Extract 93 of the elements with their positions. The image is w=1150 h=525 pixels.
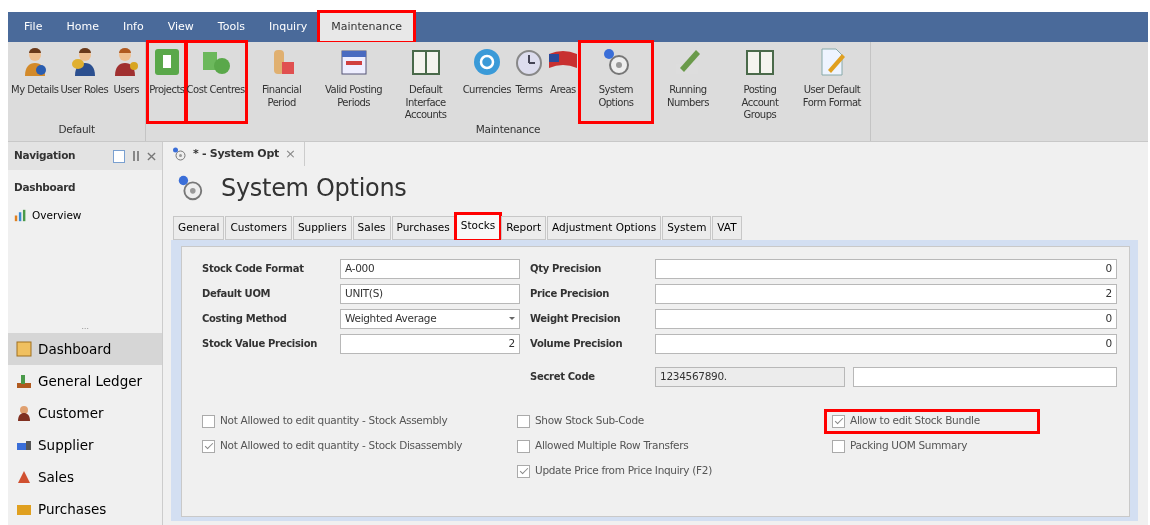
menu-tab[interactable]: Home bbox=[54, 12, 111, 42]
ledger-icon bbox=[16, 373, 32, 389]
options-tab[interactable]: Suppliers bbox=[292, 216, 352, 240]
field-label: Price Precision bbox=[530, 286, 611, 301]
sales-icon bbox=[16, 469, 32, 485]
checkbox[interactable] bbox=[517, 464, 530, 478]
dashboard-icon bbox=[16, 341, 32, 357]
field-label: Stock Value Precision bbox=[202, 336, 319, 351]
checkbox[interactable] bbox=[202, 439, 215, 453]
ribbon-group-label: Default bbox=[57, 122, 96, 138]
nav-item[interactable]: General Ledger bbox=[8, 365, 162, 397]
input-field[interactable]: 0 bbox=[655, 333, 1117, 354]
nav-item[interactable]: Dashboard bbox=[8, 333, 162, 365]
ribbon-button[interactable]: Areas bbox=[545, 42, 580, 123]
field-label: Weight Precision bbox=[530, 311, 622, 326]
panel-title: Navigation bbox=[14, 148, 76, 164]
checkbox-option[interactable]: Update Price from Price Inquiry (F2) bbox=[517, 458, 716, 484]
checkbox[interactable] bbox=[517, 414, 530, 428]
checkbox[interactable] bbox=[832, 439, 845, 453]
input-field[interactable]: UNIT(S) bbox=[340, 283, 520, 304]
ribbon-button[interactable]: Projects bbox=[148, 42, 186, 123]
bar-chart-icon bbox=[14, 209, 27, 223]
ribbon-button[interactable]: System Options bbox=[579, 42, 652, 123]
options-tab[interactable]: Stocks bbox=[455, 214, 501, 240]
field-label: Costing Method bbox=[202, 311, 288, 326]
ribbon-button[interactable]: Default Interface Accounts bbox=[389, 42, 462, 123]
pin-icon[interactable] bbox=[133, 151, 139, 161]
ribbon-button[interactable]: Valid Posting Periods bbox=[317, 42, 390, 123]
checkbox-label: Not Allowed to edit quantity - Stock Disassembly bbox=[220, 438, 463, 454]
field-label: Stock Code Format bbox=[202, 261, 305, 276]
checkbox-label: Packing UOM Summary bbox=[850, 438, 968, 454]
checkbox-label: Not Allowed to edit quantity - Stock Assembly bbox=[220, 413, 448, 429]
input-field[interactable]: 2 bbox=[340, 333, 520, 354]
menu-tab[interactable]: Inquiry bbox=[256, 12, 320, 42]
field-label: Default UOM bbox=[202, 286, 272, 301]
checkbox-label: Show Stock Sub-Code bbox=[535, 413, 645, 429]
input-field: 1234567890. bbox=[655, 366, 845, 387]
checkbox[interactable] bbox=[202, 414, 215, 428]
options-tab[interactable]: Adjustment Options bbox=[547, 216, 662, 240]
options-tab[interactable]: Purchases bbox=[391, 216, 455, 240]
ribbon-button[interactable]: Financial Period bbox=[245, 42, 318, 123]
ribbon-button[interactable]: User Roles bbox=[59, 42, 110, 123]
ribbon-button[interactable]: Currencies bbox=[461, 42, 512, 123]
ribbon-button[interactable]: My Details bbox=[10, 42, 60, 123]
input-field[interactable]: 0 bbox=[655, 258, 1117, 279]
gears-icon bbox=[171, 146, 187, 162]
close-icon[interactable] bbox=[147, 151, 156, 161]
nav-item[interactable]: Sales bbox=[8, 461, 162, 493]
input-field[interactable] bbox=[853, 366, 1117, 387]
field-label: Qty Precision bbox=[530, 261, 603, 276]
field-label: Secret Code bbox=[530, 369, 596, 384]
tab-title: * - System Opt bbox=[193, 145, 279, 162]
checkbox-option[interactable]: Allowed Multiple Row Transfers bbox=[517, 433, 693, 459]
dropdown-field[interactable]: Weighted Average bbox=[340, 308, 520, 329]
menu-tab[interactable]: View bbox=[155, 12, 206, 42]
checkbox-option[interactable]: Show Stock Sub-Code bbox=[517, 408, 649, 434]
ribbon-button[interactable]: User Default Form Format bbox=[795, 42, 868, 123]
ribbon-button[interactable]: Users bbox=[109, 42, 144, 123]
nav-item[interactable]: Purchases bbox=[8, 493, 162, 525]
checkbox-option[interactable]: Packing UOM Summary bbox=[832, 433, 972, 459]
checkbox[interactable] bbox=[832, 414, 845, 428]
options-tab[interactable]: General bbox=[173, 216, 225, 240]
nav-item[interactable]: Supplier bbox=[8, 429, 162, 461]
nav-item[interactable]: Customer bbox=[8, 397, 162, 429]
options-tab[interactable]: Customers bbox=[225, 216, 292, 240]
menu-tab[interactable]: File bbox=[12, 12, 55, 42]
checkbox-label: Allowed Multiple Row Transfers bbox=[535, 438, 689, 454]
menu-tab[interactable]: Info bbox=[110, 12, 156, 42]
page-title: System Options bbox=[221, 173, 407, 204]
section-title: Dashboard bbox=[13, 180, 77, 195]
menu-tab[interactable]: Tools bbox=[205, 12, 257, 42]
input-field[interactable]: 0 bbox=[655, 308, 1117, 329]
options-tab[interactable]: Sales bbox=[352, 216, 391, 240]
field-label: Volume Precision bbox=[530, 336, 624, 351]
options-tab[interactable]: Report bbox=[501, 216, 547, 240]
person-icon bbox=[16, 405, 32, 421]
ribbon-group-label: Maintenance bbox=[474, 122, 542, 138]
options-tab[interactable]: System bbox=[662, 216, 712, 240]
ribbon-button[interactable]: Posting Account Groups bbox=[723, 42, 796, 123]
checkbox-option[interactable]: Not Allowed to edit quantity - Stock Disassembly bbox=[202, 433, 467, 459]
input-field[interactable]: A-000 bbox=[340, 258, 520, 279]
checkbox-option[interactable]: Not Allowed to edit quantity - Stock Assembly bbox=[202, 408, 452, 434]
input-field[interactable]: 2 bbox=[655, 283, 1117, 304]
menu-tab[interactable]: Maintenance bbox=[319, 12, 415, 42]
checkbox[interactable] bbox=[517, 439, 530, 453]
checkbox-option[interactable]: Allow to edit Stock Bundle bbox=[824, 408, 1040, 434]
overview-link[interactable]: Overview bbox=[8, 201, 162, 230]
checkbox-label: Allow to edit Stock Bundle bbox=[850, 413, 980, 429]
ribbon-button[interactable]: Terms bbox=[511, 42, 546, 123]
options-tab[interactable]: VAT bbox=[712, 216, 742, 240]
ribbon-button[interactable]: Running Numbers bbox=[651, 42, 724, 123]
panel-view-icon[interactable] bbox=[113, 149, 125, 163]
checkbox-label: Update Price from Price Inquiry (F2) bbox=[535, 463, 712, 479]
